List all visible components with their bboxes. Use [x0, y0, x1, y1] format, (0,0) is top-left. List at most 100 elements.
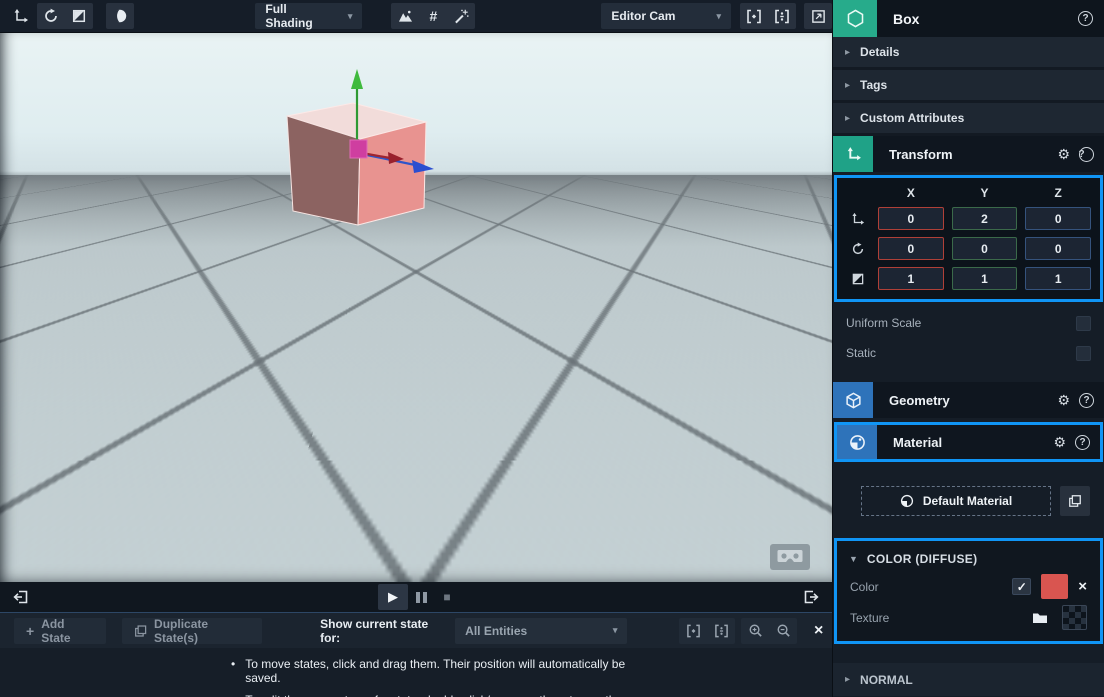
- rotate-tool-button[interactable]: [37, 3, 65, 29]
- snap-grid-button[interactable]: #: [419, 3, 447, 29]
- section-tags[interactable]: ▸ Tags: [833, 70, 1104, 103]
- transform-grid: X Y Z 0 2 0 0 0 0 1 1: [834, 175, 1103, 302]
- rotate-scale-group: [37, 3, 93, 29]
- stop-button[interactable]: ■: [434, 584, 460, 610]
- close-states-panel-button[interactable]: ×: [805, 618, 832, 644]
- duplicate-states-button[interactable]: Duplicate State(s): [122, 618, 262, 644]
- chevron-down-icon: ▾: [702, 11, 721, 22]
- entities-dropdown[interactable]: All Entities ▾: [455, 618, 627, 644]
- rotation-x-field[interactable]: 0: [878, 237, 944, 260]
- material-sphere-icon: [849, 434, 866, 451]
- add-state-label: Add State: [41, 617, 94, 645]
- scale-y-field[interactable]: 1: [952, 267, 1018, 290]
- zoom-out-button[interactable]: [769, 618, 797, 644]
- transform-icon-tile: [833, 136, 873, 172]
- duplicate-material-button[interactable]: [1060, 486, 1090, 516]
- collapse-right-button[interactable]: [798, 584, 824, 610]
- texture-label: Texture: [850, 611, 1032, 625]
- uniform-scale-checkbox[interactable]: [1076, 316, 1091, 331]
- cube-icon: [845, 392, 862, 409]
- diffuse-color-swatch[interactable]: [1041, 574, 1068, 599]
- browse-texture-button[interactable]: [1032, 611, 1048, 625]
- material-section-header[interactable]: Material ⚙ ?: [837, 425, 1100, 459]
- help-text-2: To edit the parameters of a state, doubl…: [245, 693, 632, 697]
- rotation-y-field[interactable]: 0: [952, 237, 1018, 260]
- geometry-section-header[interactable]: Geometry ⚙ ?: [833, 382, 1104, 418]
- duplicate-states-label: Duplicate State(s): [154, 617, 250, 645]
- translate-tool-button[interactable]: [8, 3, 33, 29]
- zoom-in-button[interactable]: [741, 618, 769, 644]
- help-icon[interactable]: ?: [1079, 147, 1094, 162]
- collapse-left-button[interactable]: [8, 584, 34, 610]
- vr-view-button[interactable]: [770, 544, 810, 570]
- section-normal[interactable]: ▸ NORMAL: [833, 663, 1104, 696]
- help-icon[interactable]: ?: [1078, 11, 1093, 26]
- fullscreen-group: [804, 3, 832, 29]
- shading-dropdown-value: Full Shading: [265, 2, 333, 30]
- scale-icon: [851, 272, 865, 286]
- entities-dropdown-value: All Entities: [465, 624, 527, 638]
- help-icon[interactable]: ?: [1075, 435, 1090, 450]
- color-diffuse-header[interactable]: ▼ COLOR (DIFFUSE): [837, 546, 1100, 571]
- add-state-button[interactable]: + Add State: [14, 618, 106, 644]
- frame-all-states-button[interactable]: [707, 618, 735, 644]
- 3d-viewport[interactable]: [0, 33, 832, 582]
- inspector-panel: Box ? ▸ Details ▸ Tags ▸ Custom Attribut…: [832, 0, 1104, 697]
- help-icon[interactable]: ?: [1079, 393, 1094, 408]
- zoom-in-icon: [748, 623, 763, 638]
- play-button[interactable]: ▶: [378, 584, 408, 610]
- state-zoom-group: [741, 618, 797, 644]
- section-custom-attributes[interactable]: ▸ Custom Attributes: [833, 103, 1104, 136]
- material-sphere-icon: [900, 494, 914, 508]
- bullet-icon: •: [231, 657, 235, 685]
- scale-z-field[interactable]: 1: [1025, 267, 1091, 290]
- rotation-row-icon: [846, 242, 870, 256]
- gear-icon[interactable]: ⚙: [1057, 146, 1070, 163]
- position-y-field[interactable]: 2: [952, 207, 1018, 230]
- bullet-icon: •: [231, 693, 235, 697]
- stop-icon: ■: [443, 590, 450, 604]
- play-icon: ▶: [388, 589, 398, 605]
- landscape-view-button[interactable]: [391, 3, 419, 29]
- details-label: Details: [860, 45, 899, 59]
- close-icon: ×: [1078, 578, 1087, 595]
- column-z-label: Z: [1025, 186, 1091, 200]
- world-space-toggle-button[interactable]: [106, 3, 134, 29]
- scale-x-field[interactable]: 1: [878, 267, 944, 290]
- viewport-column: Full Shading ▾ # Editor Cam ▾: [0, 0, 832, 697]
- material-asset-row: Default Material: [861, 486, 1090, 516]
- clear-color-button[interactable]: ×: [1078, 578, 1087, 595]
- rotation-z-field[interactable]: 0: [1025, 237, 1091, 260]
- column-y-label: Y: [952, 186, 1018, 200]
- fullscreen-button[interactable]: [804, 3, 832, 29]
- tri-right-icon: ▸: [845, 674, 850, 685]
- editor-settings-button[interactable]: [447, 3, 475, 29]
- default-material-label: Default Material: [923, 494, 1012, 508]
- texture-thumbnail[interactable]: [1062, 605, 1087, 630]
- bracket-dots-icon: [774, 9, 790, 24]
- entity-header: Box ?: [833, 0, 1104, 37]
- default-material-slot[interactable]: Default Material: [861, 486, 1051, 516]
- scale-tool-button[interactable]: [65, 3, 93, 29]
- transform-section-header[interactable]: Transform ⚙ ?: [833, 136, 1104, 172]
- pause-button[interactable]: [408, 584, 434, 610]
- gear-icon[interactable]: ⚙: [1057, 392, 1070, 409]
- viewport-toolbar: Full Shading ▾ # Editor Cam ▾: [0, 0, 832, 33]
- bracket-diamond-icon: [686, 624, 701, 638]
- shading-dropdown[interactable]: Full Shading ▾: [255, 3, 362, 29]
- chevron-down-icon: ▾: [599, 625, 618, 636]
- gear-icon[interactable]: ⚙: [1053, 434, 1066, 451]
- static-label: Static: [846, 346, 876, 360]
- help-bullet-1: • To move states, click and drag them. T…: [231, 657, 632, 685]
- position-z-field[interactable]: 0: [1025, 207, 1091, 230]
- material-section-highlight: Material ⚙ ?: [834, 422, 1103, 462]
- frame-all-button[interactable]: [768, 3, 796, 29]
- frame-selection-button[interactable]: [740, 3, 768, 29]
- frame-selected-state-button[interactable]: [679, 618, 707, 644]
- static-checkbox[interactable]: [1076, 346, 1091, 361]
- position-x-field[interactable]: 0: [878, 207, 944, 230]
- camera-dropdown[interactable]: Editor Cam ▾: [601, 3, 731, 29]
- section-details[interactable]: ▸ Details: [833, 37, 1104, 70]
- rotate-icon: [43, 8, 59, 24]
- color-enabled-checkbox[interactable]: ✓: [1012, 578, 1031, 595]
